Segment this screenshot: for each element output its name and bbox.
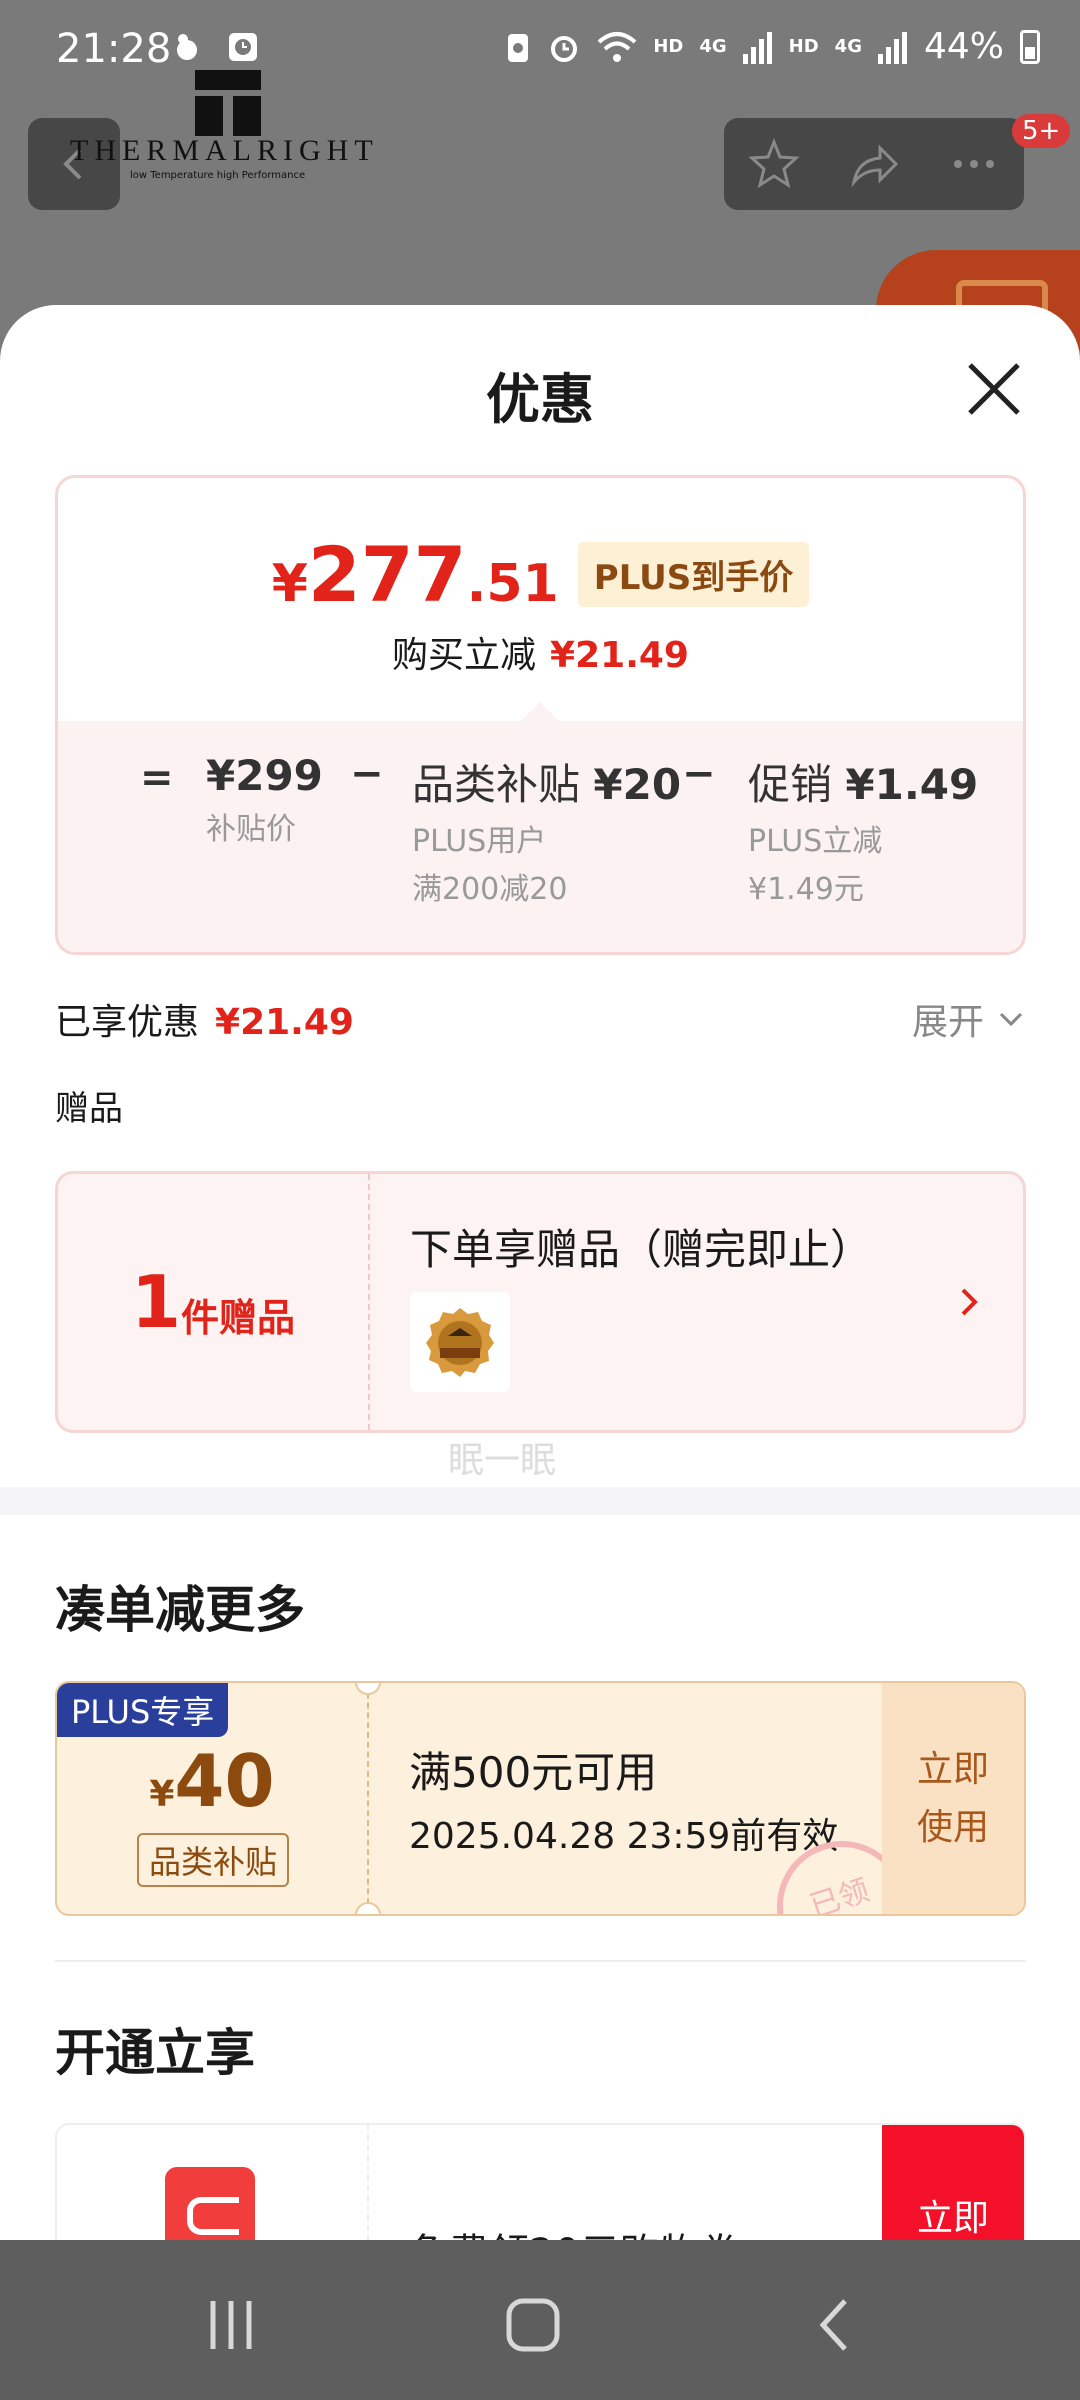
coupon-kind-tag: 品类补贴 (137, 1833, 290, 1887)
header-actions (724, 118, 1024, 210)
notification-clock-app-icon (229, 33, 257, 61)
gift-badge-icon (426, 1308, 494, 1377)
battery-saver-icon (508, 33, 529, 62)
more-icon[interactable] (946, 136, 1002, 192)
notification-app-icon (177, 34, 197, 60)
close-icon[interactable] (962, 357, 1026, 421)
price-calc-row: = ¥299 补贴价 − 品类补贴 ¥20 PLUS用户 满200减20 − 促销… (58, 721, 1023, 952)
calc-promotion: 促销 ¥1.49 PLUS立减 ¥1.49元 (748, 760, 979, 907)
hd-indicator-2: HD (788, 36, 819, 57)
network-type-2: 4G (834, 36, 862, 57)
signal-icon-2 (877, 31, 907, 64)
gift-title: 下单享赠品（赠完即止） (410, 1225, 873, 1274)
calc-base-price: ¥299 补贴价 (206, 751, 323, 847)
signal-icon (742, 31, 772, 64)
brand-mark-icon (195, 70, 261, 136)
chevron-right-icon (961, 1288, 978, 1316)
wifi-icon (598, 31, 637, 62)
coupon-validity: 2025.04.28 23:59前有效 (409, 1816, 839, 1857)
share-icon[interactable] (846, 136, 902, 192)
section-divider (0, 1487, 1080, 1515)
price-breakdown-card: ¥277.51 PLUS到手价 购买立减 ¥21.49 = ¥299 补贴价 − … (55, 475, 1026, 955)
battery-percent: 44% (923, 26, 1004, 67)
use-coupon-button[interactable]: 立即使用 (882, 1683, 1024, 1914)
offer-text: 免费领20元购物券 (409, 2221, 740, 2240)
coupon-condition: 满500元可用 (409, 1748, 658, 1797)
divider-line (55, 1960, 1026, 1962)
bundle-section-title: 凑单减更多 (55, 1581, 305, 1639)
coupon-app-icon (165, 2167, 255, 2240)
plus-price-tag: PLUS到手价 (577, 542, 810, 607)
membership-offer-card: 免费领20元购物券 立即 (55, 2123, 1026, 2240)
brand-logo: THERMALRIGHT low Temperature high Perfor… (70, 70, 400, 230)
coupon-amount: ¥40 (149, 1739, 275, 1823)
enjoyed-discount: 已享优惠 ¥21.49 (55, 1002, 354, 1043)
open-section-title: 开通立享 (55, 2024, 255, 2082)
home-button[interactable] (498, 2290, 568, 2360)
recents-icon (210, 2301, 252, 2349)
notification-badge: 5+ (1012, 114, 1071, 148)
gift-section-label: 赠品 (55, 1089, 123, 1129)
expand-button[interactable]: 展开 (912, 993, 1026, 1045)
home-icon (506, 2298, 560, 2352)
status-time: 21:28 (56, 26, 172, 72)
alarm-icon (551, 35, 578, 62)
hd-indicator: HD (653, 36, 684, 57)
network-type: 4G (699, 36, 727, 57)
gift-count: 1 件赠品 (130, 1260, 296, 1344)
equals-sign: = (140, 755, 174, 801)
gift-thumbnail (410, 1292, 510, 1392)
coupon-card: PLUS专享 ¥40 品类补贴 满500元可用 2025.04.28 23:59… (55, 1681, 1026, 1916)
brand-name: THERMALRIGHT (70, 134, 379, 167)
open-now-button[interactable]: 立即 (882, 2125, 1024, 2240)
battery-icon (1020, 29, 1040, 64)
back-nav-button[interactable] (800, 2290, 870, 2360)
minus-sign: − (350, 751, 384, 797)
product-header: THERMALRIGHT low Temperature high Perfor… (0, 70, 1080, 350)
final-price: ¥277.51 (271, 530, 559, 619)
calc-category-subsidy: 品类补贴 ¥20 PLUS用户 满200减20 (412, 760, 682, 907)
recents-button[interactable] (196, 2290, 266, 2360)
plus-exclusive-tag: PLUS专享 (57, 1683, 229, 1737)
sheet-title: 优惠 (486, 368, 594, 431)
minus-sign-2: − (682, 751, 716, 797)
system-nav-bar (0, 2240, 1080, 2400)
back-icon (819, 2299, 847, 2351)
chevron-down-icon (999, 1012, 1023, 1027)
gift-card[interactable]: 1 件赠品 下单享赠品（赠完即止） (55, 1171, 1026, 1433)
purchase-reduce-line: 购买立减 ¥21.49 (392, 635, 689, 676)
discount-sheet: 优惠 ¥277.51 PLUS到手价 购买立减 ¥21.49 = ¥299 补贴价… (0, 305, 1080, 2240)
watermark: 眠一眠 (448, 1440, 557, 1481)
brand-tagline: low Temperature high Performance (130, 170, 306, 181)
star-icon[interactable] (746, 136, 802, 192)
